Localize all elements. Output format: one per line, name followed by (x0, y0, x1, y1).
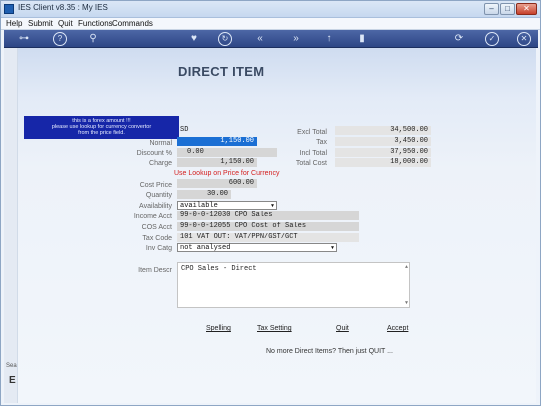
menu-commands[interactable]: Commands (112, 19, 153, 28)
excl-total-label: Excl Total (297, 129, 327, 136)
incl-total-value: 37,950.00 (335, 148, 431, 157)
menu-quit[interactable]: Quit (58, 19, 73, 28)
tax-value: 3,450.00 (335, 137, 431, 146)
chevron-down-icon: ▼ (330, 245, 334, 251)
window-title: IES Client v8.35 : My IES (18, 3, 108, 12)
normal-price-input[interactable]: 1,150.00 (177, 137, 257, 146)
doc-icon[interactable]: ▮ (355, 32, 369, 46)
total-cost-label: Total Cost (295, 160, 327, 167)
close-button[interactable]: ✕ (516, 3, 537, 15)
spelling-button[interactable]: Spelling (206, 325, 231, 332)
menu-bar: Help Submit Quit Functions Commands (1, 18, 540, 30)
menu-help[interactable]: Help (6, 19, 22, 28)
content-area: Sea E DIRECT ITEM this is a forex amount… (4, 48, 536, 403)
toolbar: ⊶ ? ⚲ ♥ ↻ « » ↑ ▮ ⟳ ✓ ✕ (4, 30, 538, 48)
inv-catg-value: not analysed (180, 244, 231, 252)
heart-icon[interactable]: ♥ (187, 32, 201, 46)
app-icon (4, 4, 14, 14)
scroll-down-icon[interactable]: ▼ (405, 300, 408, 306)
footer-message: No more Direct Items? Then just QUIT ... (266, 348, 393, 355)
item-descr-label: Item Descr (138, 267, 172, 274)
tax-code-label: Tax Code (142, 235, 172, 242)
currency-value: SD (180, 126, 189, 134)
search-icon[interactable]: ⚲ (86, 32, 100, 46)
total-cost-value: 18,000.00 (335, 158, 431, 167)
forex-tooltip: this is a forex amount !!! please use lo… (24, 116, 179, 139)
availability-select[interactable]: available ▼ (177, 201, 277, 210)
quantity-input[interactable]: 30.00 (177, 190, 231, 199)
tax-setting-button[interactable]: Tax Setting (257, 325, 292, 332)
income-acct-label: Income Acct (133, 213, 172, 220)
currency-hint: Use Lookup on Price for Currency (174, 170, 280, 177)
income-acct-input[interactable]: 99-0-0-12030 CPO Sales (177, 211, 359, 220)
side-text: Sea (6, 363, 17, 369)
cost-price-label: Cost Price (139, 182, 172, 189)
cost-price-input[interactable]: 600.00 (177, 179, 257, 188)
side-panel: Sea E (4, 48, 18, 403)
maximize-button[interactable]: □ (500, 3, 515, 15)
tax-code-input[interactable]: 101 VAT OUT: VAT/PPN/GST/GCT (177, 233, 359, 242)
quantity-label: Quantity (145, 192, 172, 199)
forward-icon[interactable]: » (289, 32, 303, 46)
side-mark: E (9, 375, 16, 386)
menu-submit[interactable]: Submit (28, 19, 53, 28)
normal-label: Normal (149, 140, 172, 147)
up-icon[interactable]: ↑ (322, 32, 336, 46)
charge-label: Charge (149, 160, 172, 167)
key-icon[interactable]: ⊶ (12, 32, 36, 46)
item-descr-value: CPO Sales - Direct (181, 265, 257, 273)
rewind-icon[interactable]: « (253, 32, 267, 46)
chevron-down-icon: ▼ (270, 203, 274, 209)
app-window: IES Client v8.35 : My IES – □ ✕ Help Sub… (0, 0, 541, 406)
cos-acct-input[interactable]: 99-0-0-12055 CPO Cost of Sales (177, 222, 359, 231)
accept-button[interactable]: Accept (387, 325, 408, 332)
refresh-icon[interactable]: ↻ (218, 32, 232, 46)
discount-label: Discount % (136, 150, 172, 157)
check-icon[interactable]: ✓ (485, 32, 499, 46)
menu-functions[interactable]: Functions (78, 19, 113, 28)
tooltip-line: from the price field. (78, 130, 125, 136)
inv-catg-label: Inv Catg (145, 245, 172, 252)
quit-button[interactable]: Quit (336, 325, 349, 332)
availability-value: available (180, 202, 218, 210)
incl-total-label: Incl Total (299, 150, 328, 157)
charge-value: 1,150.00 (177, 158, 257, 167)
excl-total-value: 34,500.00 (335, 126, 431, 135)
tax-label: Tax (316, 139, 327, 146)
sync-icon[interactable]: ⟳ (452, 32, 466, 46)
inv-catg-select[interactable]: not analysed ▼ (177, 243, 337, 252)
item-descr-textarea[interactable]: CPO Sales - Direct ▲ ▼ (177, 262, 410, 308)
page-title: DIRECT ITEM (178, 64, 265, 79)
scroll-up-icon[interactable]: ▲ (405, 264, 408, 270)
title-bar: IES Client v8.35 : My IES – □ ✕ (1, 1, 540, 18)
availability-label: Availability (139, 203, 172, 210)
minimize-button[interactable]: – (484, 3, 499, 15)
cos-acct-label: COS Acct (141, 224, 172, 231)
close-icon[interactable]: ✕ (517, 32, 531, 46)
help-icon[interactable]: ? (53, 32, 67, 46)
